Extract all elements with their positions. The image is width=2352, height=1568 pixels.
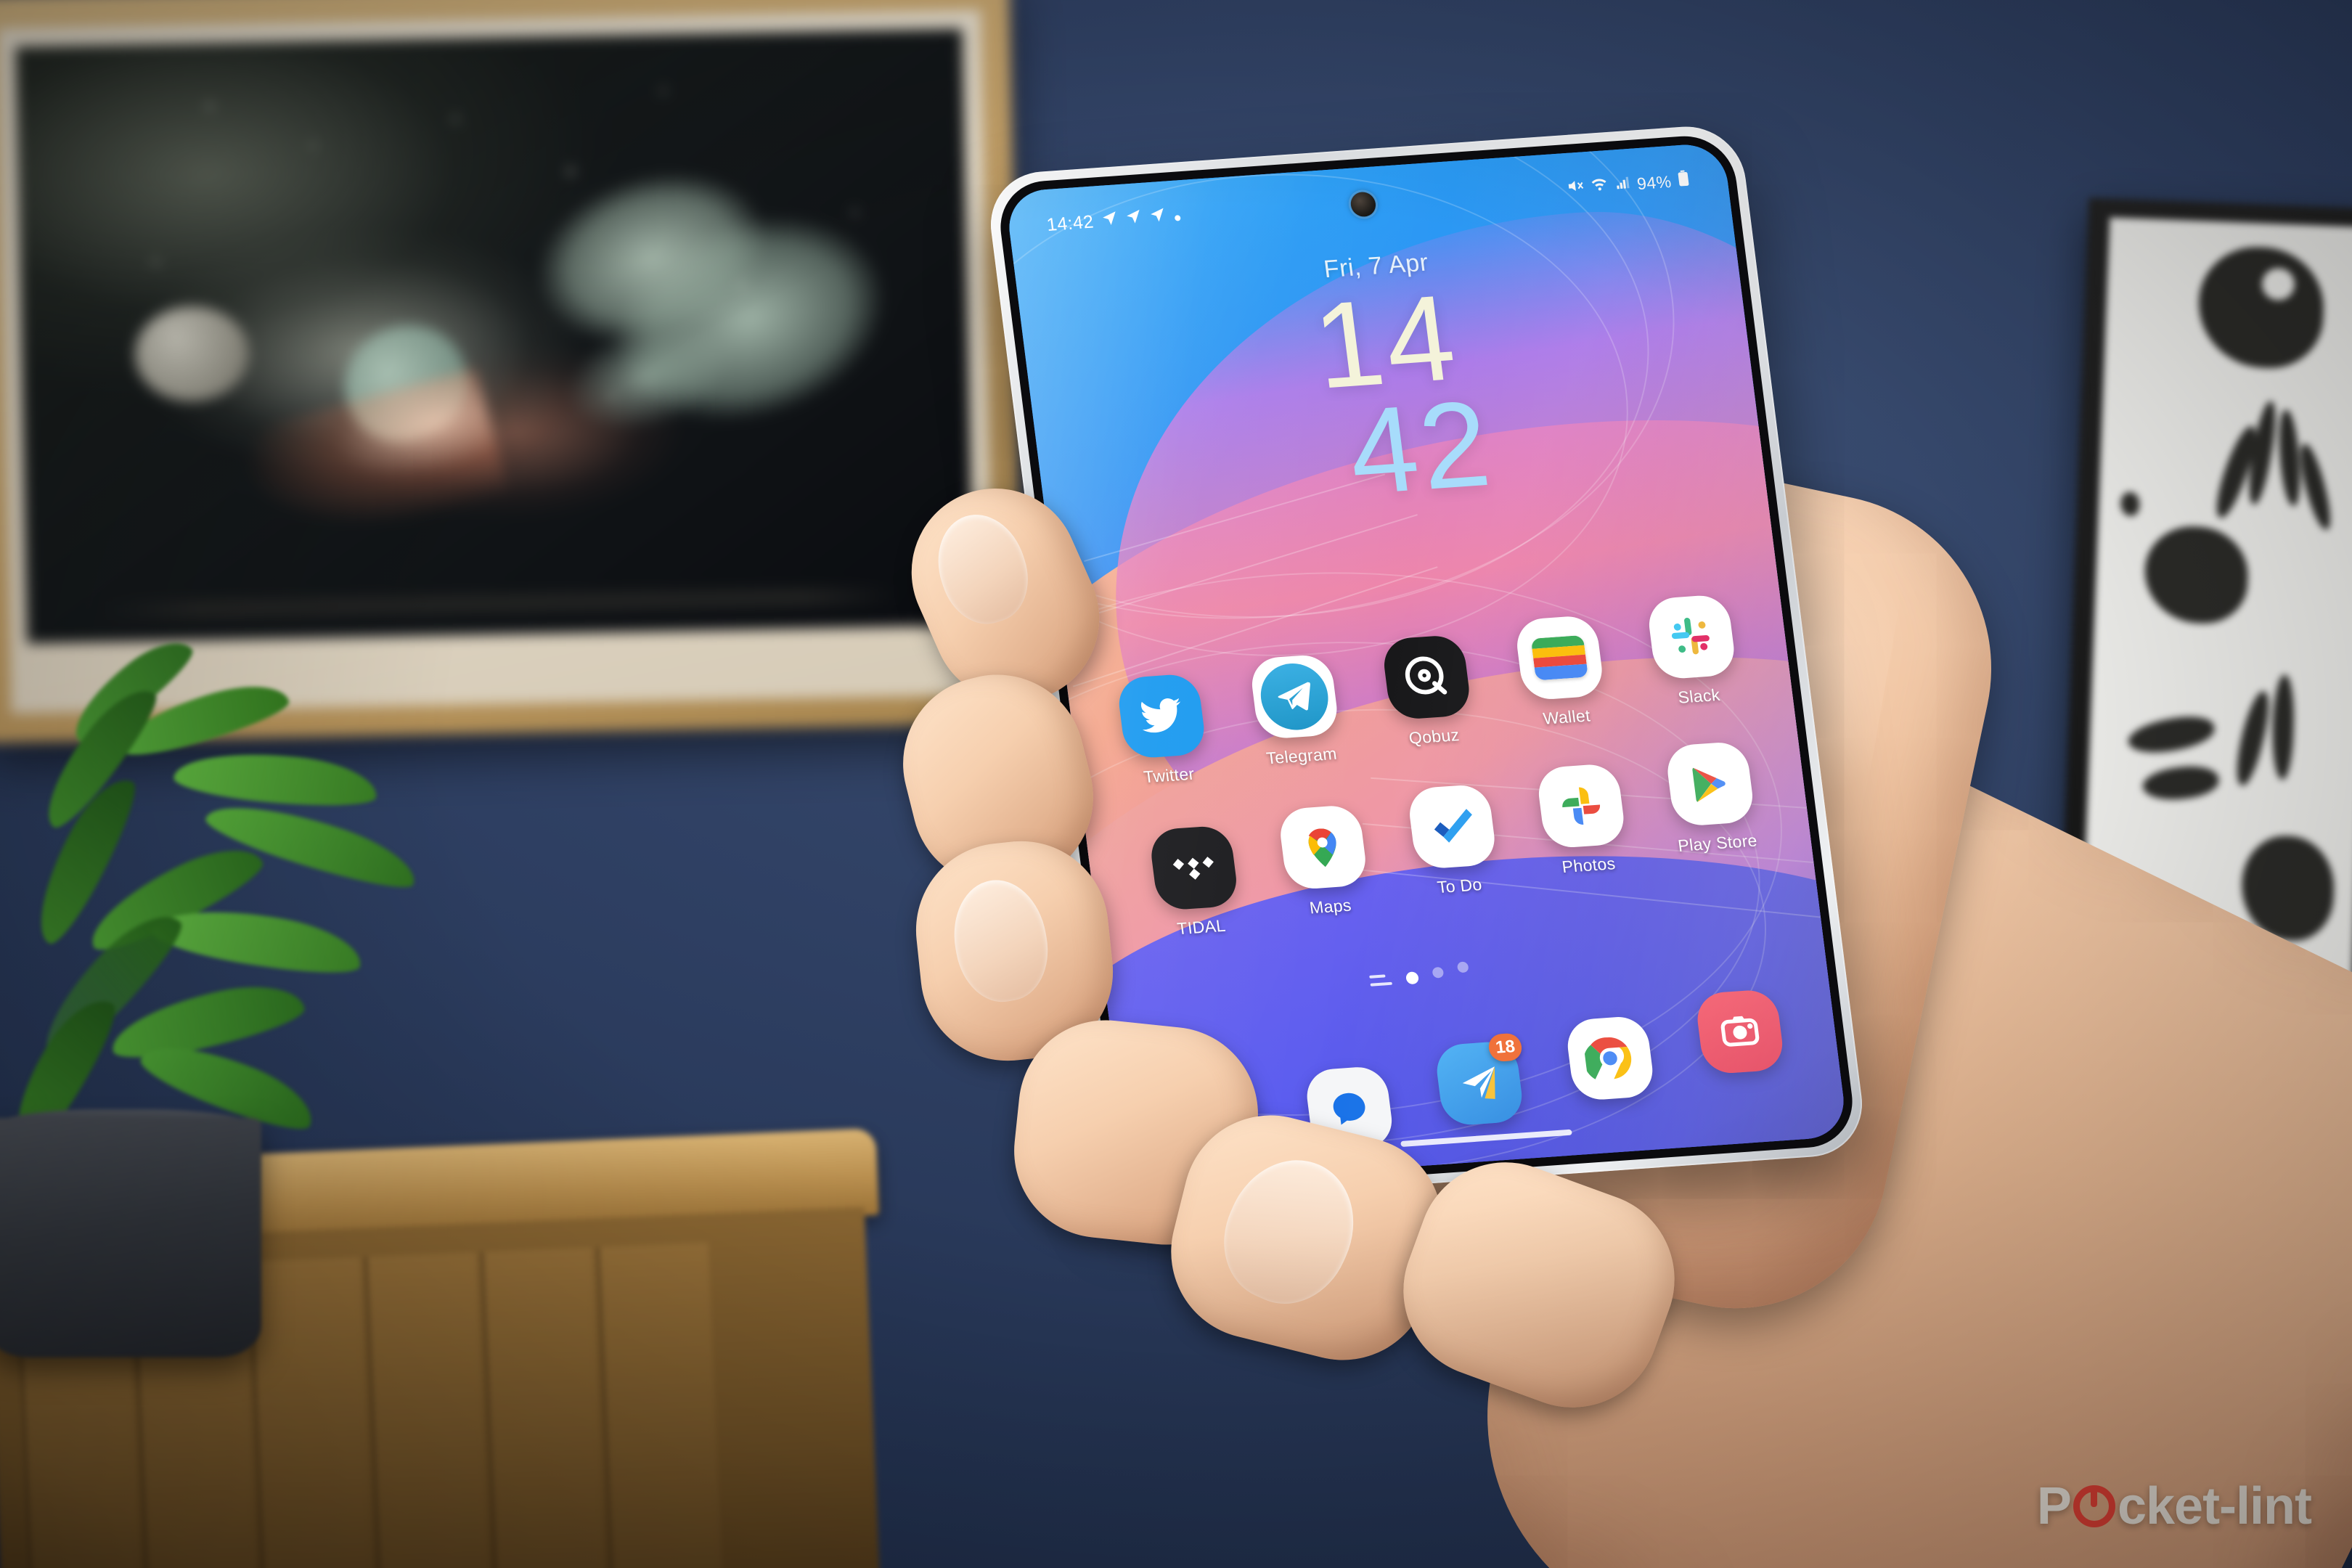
status-bar-clock: 14:42 xyxy=(1045,211,1095,235)
mute-icon xyxy=(1565,176,1585,199)
app-twitter[interactable]: Twitter xyxy=(1094,671,1233,790)
clock-widget[interactable]: Fri, 7 Apr 14 42 xyxy=(1016,227,1765,529)
notification-badge: 18 xyxy=(1487,1032,1524,1063)
watermark-text-before: P xyxy=(2036,1477,2072,1535)
app-label: To Do xyxy=(1436,875,1483,897)
app-todo[interactable]: To Do xyxy=(1384,782,1526,923)
app-wallet[interactable]: Wallet xyxy=(1492,613,1634,761)
app-label: Telegram xyxy=(1265,743,1339,768)
qobuz-icon[interactable] xyxy=(1381,634,1473,721)
photos-icon[interactable] xyxy=(1535,762,1628,849)
send-icon xyxy=(1148,206,1167,228)
app-telegram[interactable]: Telegram xyxy=(1227,652,1367,780)
potted-palm-plant xyxy=(0,627,523,1430)
page-dot[interactable] xyxy=(1456,961,1469,973)
camera-icon[interactable] xyxy=(1694,988,1786,1075)
power-icon xyxy=(2073,1485,2115,1527)
signal-icon xyxy=(1613,174,1631,195)
watermark-text-after: cket-lint xyxy=(2117,1477,2312,1535)
app-label: Wallet xyxy=(1542,706,1592,728)
planet-shape xyxy=(134,305,250,403)
hand-holding-phone: 14:42 94% Fri, 7 Apr 14 42 Twitter Teleg… xyxy=(799,123,2352,1568)
app-maps[interactable]: Maps xyxy=(1256,803,1396,933)
twitter-icon[interactable] xyxy=(1116,673,1208,760)
telegram-icon[interactable] xyxy=(1248,653,1340,740)
plant-pot xyxy=(0,1118,261,1357)
status-bar-left: 14:42 xyxy=(1045,205,1182,236)
send-icon xyxy=(1101,210,1119,232)
slack-icon[interactable] xyxy=(1646,593,1738,680)
app-photos[interactable]: Photos xyxy=(1514,761,1657,914)
tidal-icon[interactable] xyxy=(1148,825,1240,912)
app-qobuz[interactable]: Qobuz xyxy=(1359,632,1500,771)
page-dot[interactable] xyxy=(1431,966,1444,979)
app-slack[interactable]: Slack xyxy=(1624,592,1768,752)
wallet-icon[interactable] xyxy=(1513,614,1605,701)
app-grid: Twitter Telegram Qobuz Wallet Slack TIDA… xyxy=(1094,593,1790,966)
photo-scene: 14:42 94% Fri, 7 Apr 14 42 Twitter Teleg… xyxy=(0,0,2352,1568)
poster-caption-bar xyxy=(102,586,898,621)
app-label: TIDAL xyxy=(1175,915,1227,939)
play-store-icon[interactable] xyxy=(1664,740,1756,828)
app-label: Photos xyxy=(1561,854,1617,877)
chrome-icon[interactable] xyxy=(1564,1015,1656,1102)
app-tidal[interactable]: TIDAL xyxy=(1127,823,1265,942)
spark-mail-icon[interactable]: 18 xyxy=(1433,1032,1525,1127)
battery-percent-label: 94% xyxy=(1636,171,1673,193)
dot-icon xyxy=(1172,205,1183,226)
engine-flare xyxy=(237,368,510,560)
wifi-icon xyxy=(1589,175,1609,197)
battery-icon xyxy=(1676,169,1691,192)
lines-icon[interactable] xyxy=(1368,974,1392,987)
dock-chrome[interactable] xyxy=(1543,1013,1683,1149)
app-label: Play Store xyxy=(1676,830,1759,855)
send-icon xyxy=(1124,208,1143,229)
dock-camera[interactable] xyxy=(1673,987,1816,1140)
status-bar-right: 94% xyxy=(1565,169,1691,200)
app-label: Qobuz xyxy=(1408,725,1461,748)
page-dot-active[interactable] xyxy=(1405,971,1419,985)
todo-icon[interactable] xyxy=(1406,783,1498,870)
app-row: TIDAL Maps To Do Photos Play Store xyxy=(1124,740,1787,942)
maps-icon[interactable] xyxy=(1277,804,1369,891)
app-label: Twitter xyxy=(1142,764,1196,787)
app-play-store[interactable]: Play Store xyxy=(1643,739,1787,905)
app-label: Slack xyxy=(1676,685,1721,707)
app-label: Maps xyxy=(1308,895,1353,918)
pocket-lint-watermark: P cket-lint xyxy=(2036,1477,2312,1536)
